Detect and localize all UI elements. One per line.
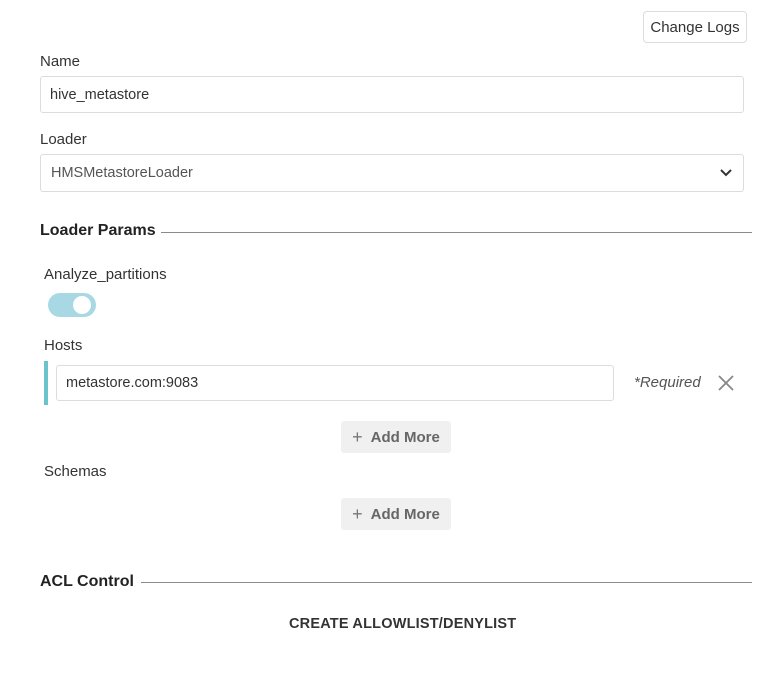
name-label: Name — [40, 53, 81, 70]
loader-select-value: HMSMetastoreLoader — [51, 165, 193, 181]
name-input[interactable]: hive_metastore — [40, 76, 744, 113]
hosts-add-more-label: Add More — [370, 428, 440, 446]
loader-params-divider — [161, 232, 752, 233]
chevron-down-icon — [720, 169, 732, 177]
create-allowlist-button[interactable]: CREATE ALLOWLIST/DENYLIST — [289, 616, 516, 632]
required-indicator: *Required — [634, 374, 701, 391]
change-logs-button[interactable]: Change Logs — [643, 11, 747, 43]
acl-control-divider — [141, 582, 752, 583]
loader-select[interactable]: HMSMetastoreLoader — [40, 154, 744, 192]
schemas-add-more-label: Add More — [370, 505, 440, 523]
hosts-label: Hosts — [44, 337, 83, 354]
loader-label: Loader — [40, 131, 87, 148]
analyze-partitions-label: Analyze_partitions — [44, 266, 167, 283]
hosts-add-more-button[interactable]: + Add More — [341, 421, 451, 453]
plus-icon: + — [352, 504, 363, 524]
acl-control-title: ACL Control — [40, 573, 134, 590]
toggle-knob — [73, 296, 91, 314]
host-input[interactable]: metastore.com:9083 — [56, 365, 614, 401]
name-input-value: hive_metastore — [50, 86, 150, 103]
close-icon[interactable] — [718, 375, 734, 391]
loader-params-title: Loader Params — [40, 222, 156, 239]
schemas-label: Schemas — [44, 463, 107, 480]
plus-icon: + — [352, 427, 363, 447]
host-input-value: metastore.com:9083 — [66, 375, 199, 391]
schemas-add-more-button[interactable]: + Add More — [341, 498, 451, 530]
hosts-accent-bar — [44, 361, 48, 405]
